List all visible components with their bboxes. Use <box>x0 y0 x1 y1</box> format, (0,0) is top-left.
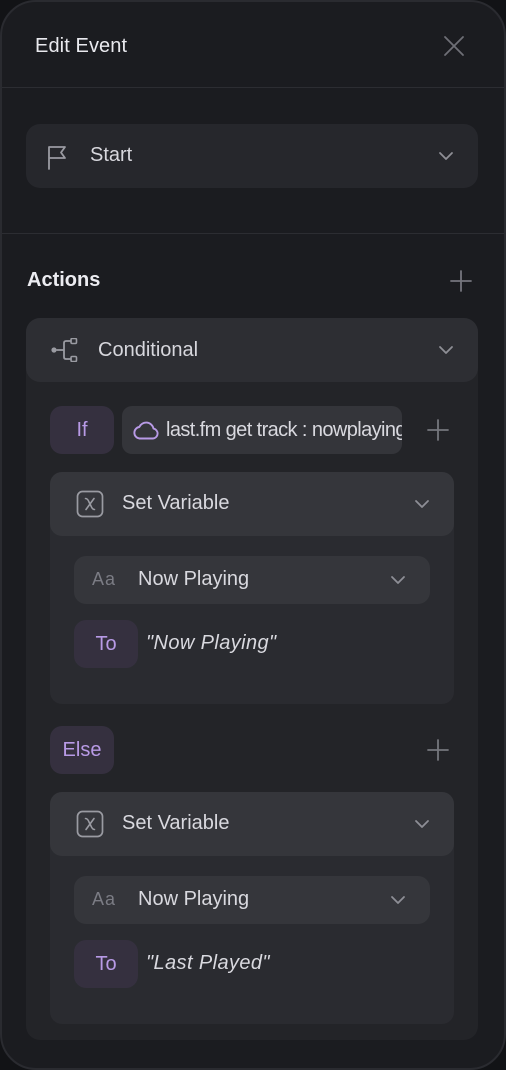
else-pill[interactable]: Else <box>50 726 114 774</box>
plus-icon <box>427 419 449 441</box>
condition-field[interactable]: last.fm get track : nowplaying <box>122 406 402 454</box>
variable-name: Now Playing <box>138 568 250 590</box>
plus-icon <box>450 270 472 292</box>
branch-icon <box>50 337 80 367</box>
flag-icon <box>46 144 70 175</box>
chevron-down-icon <box>415 500 429 508</box>
to-value-input[interactable]: "Last Played" <box>146 952 270 975</box>
set-variable-header[interactable]: Set Variable <box>50 792 454 856</box>
add-condition-button[interactable] <box>423 415 453 445</box>
if-action-block: Set Variable Aa Now Playing To "Now Play… <box>50 472 454 704</box>
set-variable-label: Set Variable <box>122 812 230 834</box>
close-icon[interactable] <box>439 31 469 61</box>
panel-header: Edit Event <box>2 2 504 88</box>
add-else-action-button[interactable] <box>423 735 453 765</box>
variable-select[interactable]: Aa Now Playing <box>74 556 430 604</box>
chevron-down-icon <box>415 820 429 828</box>
trigger-section: Start <box>2 88 504 234</box>
to-pill: To <box>74 620 138 668</box>
chevron-down-icon <box>391 576 405 584</box>
trigger-select[interactable]: Start <box>26 124 478 188</box>
variable-x-icon <box>76 810 104 843</box>
conditional-block: Conditional If last.fm get track : nowpl… <box>26 318 478 1040</box>
cloud-icon <box>132 419 160 446</box>
set-variable-header[interactable]: Set Variable <box>50 472 454 536</box>
trigger-value: Start <box>90 144 133 166</box>
add-action-button[interactable] <box>446 266 476 296</box>
panel-title: Edit Event <box>35 35 128 57</box>
chevron-down-icon <box>439 152 453 160</box>
text-type-icon: Aa <box>92 889 117 909</box>
text-type-icon: Aa <box>92 569 117 589</box>
else-action-block: Set Variable Aa Now Playing To "Last Pla… <box>50 792 454 1024</box>
to-pill: To <box>74 940 138 988</box>
variable-select[interactable]: Aa Now Playing <box>74 876 430 924</box>
plus-icon <box>427 739 449 761</box>
conditional-header[interactable]: Conditional <box>26 318 478 382</box>
condition-text: last.fm get track : nowplaying <box>166 419 402 441</box>
variable-x-icon <box>76 490 104 523</box>
variable-name: Now Playing <box>138 888 250 910</box>
edit-event-panel: Edit Event Start Actions Conditional If … <box>0 0 506 1070</box>
to-value-input[interactable]: "Now Playing" <box>146 632 277 655</box>
chevron-down-icon <box>391 896 405 904</box>
chevron-down-icon <box>439 346 453 354</box>
set-variable-label: Set Variable <box>122 492 230 514</box>
actions-heading: Actions <box>27 269 101 291</box>
if-pill[interactable]: If <box>50 406 114 454</box>
conditional-label: Conditional <box>98 339 199 361</box>
